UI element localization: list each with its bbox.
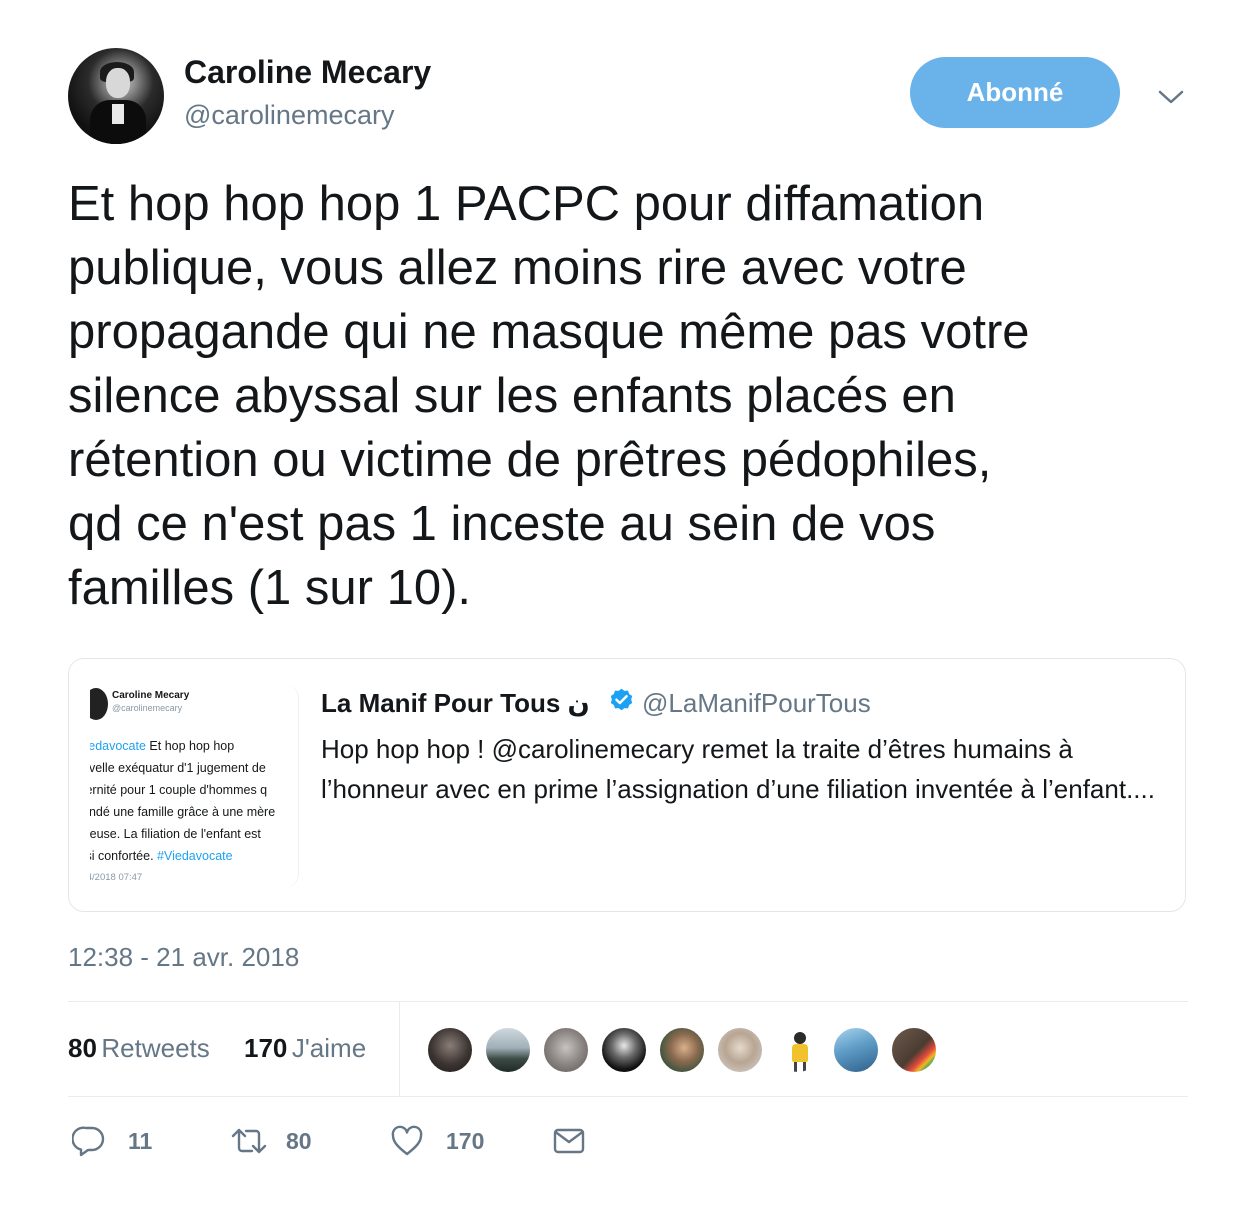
- liker-avatar[interactable]: [832, 1026, 880, 1074]
- liker-avatar[interactable]: [774, 1026, 822, 1074]
- retweet-button[interactable]: 80: [230, 1124, 312, 1158]
- retweet-icon: [231, 1128, 267, 1154]
- divider: [399, 1002, 400, 1096]
- liker-avatar[interactable]: [542, 1026, 590, 1074]
- quoted-author-handle[interactable]: @LaManifPourTous: [642, 688, 871, 719]
- reply-count: 11: [128, 1127, 153, 1154]
- thumbnail-line: rteuse. La filiation de l'enfant est: [90, 827, 261, 841]
- chevron-down-icon[interactable]: [1156, 82, 1186, 112]
- heart-icon: [391, 1125, 423, 1156]
- liker-avatar[interactable]: [716, 1026, 764, 1074]
- direct-message-button[interactable]: [552, 1124, 586, 1158]
- thumbnail-line: ondé une famille grâce à une mère: [90, 805, 276, 819]
- liker-avatar[interactable]: [890, 1026, 938, 1074]
- liker-avatar[interactable]: [426, 1026, 474, 1074]
- liker-avatar[interactable]: [484, 1026, 532, 1074]
- like-button[interactable]: 170: [390, 1124, 484, 1158]
- thumbnail-line: ısi confortée. #Viedavocate: [90, 849, 233, 863]
- divider: [68, 1001, 1188, 1002]
- retweet-count: 80: [286, 1127, 312, 1154]
- thumbnail-timestamp: ɔ4/2018 07:47: [90, 872, 143, 883]
- quoted-author-name[interactable]: La Manif Pour Tous ن: [321, 688, 590, 719]
- liker-avatar[interactable]: [658, 1026, 706, 1074]
- reply-button[interactable]: 11: [72, 1124, 152, 1158]
- author-handle[interactable]: @carolinemecary: [184, 100, 394, 131]
- thumbnail-author-name: Caroline Mecary: [112, 690, 190, 701]
- author-name[interactable]: Caroline Mecary: [184, 54, 431, 91]
- mail-icon: [553, 1128, 585, 1154]
- thumbnail-line: ternité pour 1 couple d'hommes q: [90, 783, 268, 797]
- thumbnail-line: /iedavocate Et hop hop hop: [90, 739, 235, 753]
- verified-icon: [608, 687, 635, 714]
- follow-button[interactable]: Abonné: [910, 57, 1120, 128]
- quoted-tweet-text: Hop hop hop ! @carolinemecary remet la t…: [321, 734, 1155, 804]
- likes-stat[interactable]: 170 J'aime: [244, 1033, 366, 1064]
- quoted-tweet-thumbnail[interactable]: Caroline Mecary @carolinemecary /iedavoc…: [90, 684, 299, 888]
- divider: [68, 1096, 1188, 1097]
- reply-icon: [72, 1126, 105, 1157]
- thumbnail-avatar: [90, 688, 108, 720]
- like-count: 170: [446, 1127, 485, 1154]
- tweet-text: Et hop hop hop 1 PACPC pour diffamation …: [68, 177, 1030, 615]
- tweet-timestamp[interactable]: 12:38 - 21 avr. 2018: [68, 942, 299, 973]
- thumbnail-author-handle: @carolinemecary: [112, 703, 183, 713]
- author-avatar[interactable]: [68, 48, 164, 144]
- liker-avatar[interactable]: [600, 1026, 648, 1074]
- retweets-stat[interactable]: 80 Retweets: [68, 1033, 210, 1064]
- thumbnail-line: uvelle exéquatur d'1 jugement de: [90, 761, 266, 775]
